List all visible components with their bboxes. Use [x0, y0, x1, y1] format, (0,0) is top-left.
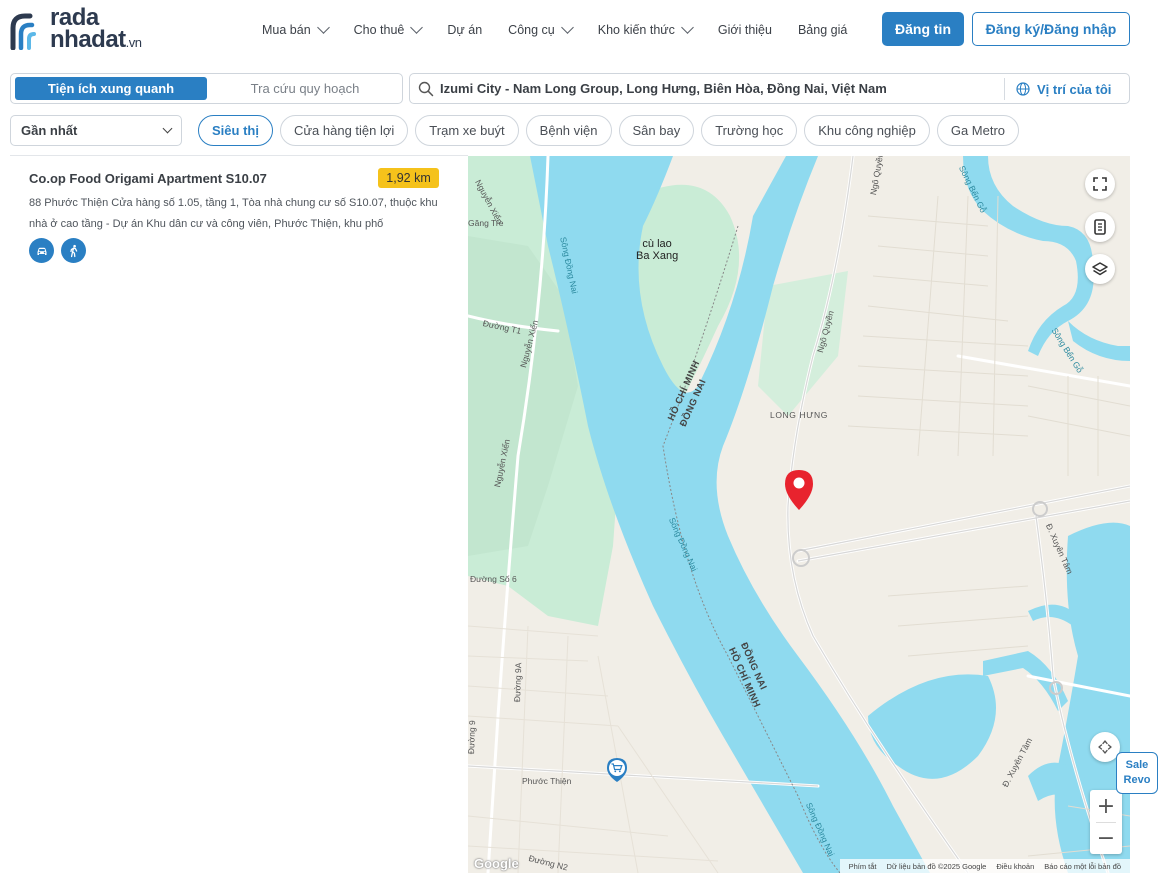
distance-badge: 1,92 km — [378, 168, 439, 188]
sort-select[interactable]: Gần nhất — [10, 115, 182, 146]
result-title: Co.op Food Origami Apartment S10.07 — [29, 171, 267, 186]
zoom-out-button[interactable]: − — [1090, 822, 1122, 854]
walk-icon[interactable] — [61, 238, 86, 263]
map-label-cu-lao-ba-xang: cù lao Ba Xang — [636, 238, 679, 262]
chip-ga-metro[interactable]: Ga Metro — [936, 115, 1020, 146]
nav-du-an[interactable]: Dự án — [447, 23, 482, 37]
map-label-gang-tre: Găng Tre — [468, 218, 504, 228]
google-logo: Google — [474, 856, 519, 871]
globe-icon — [1016, 82, 1030, 96]
legend-button[interactable] — [1085, 212, 1115, 242]
car-icon[interactable] — [29, 238, 54, 263]
mode-tabs: Tiện ích xung quanh Tra cứu quy hoạch — [10, 73, 403, 104]
nav-cong-cu[interactable]: Công cụ — [508, 21, 574, 37]
report-error-link[interactable]: Báo cáo một lỗi bản đồ — [1044, 862, 1121, 871]
location-pin-icon[interactable] — [783, 468, 815, 512]
transport-modes — [29, 238, 93, 263]
map-label-duong-so-6: Đường Số 6 — [470, 574, 517, 584]
main-nav: Mua bán Cho thuê Dự án Công cụ Kho kiến … — [262, 20, 873, 40]
register-login-button[interactable]: Đăng ký/Đăng nhập — [972, 12, 1130, 46]
category-chips: Siêu thị Cửa hàng tiện lợi Trạm xe buýt … — [198, 115, 1026, 146]
layers-button[interactable] — [1085, 254, 1115, 284]
chip-truong-hoc[interactable]: Trường học — [701, 115, 798, 146]
map-label-phuoc-thien: Phước Thiện — [522, 776, 572, 786]
chevron-down-icon — [681, 21, 694, 34]
fullscreen-icon — [1093, 177, 1107, 191]
layers-icon — [1092, 262, 1108, 276]
my-location-button[interactable]: Vị trí của tôi — [1016, 78, 1111, 100]
map-attribution: Phím tắt Dữ liệu bản đồ ©2025 Google Điề… — [839, 859, 1130, 873]
logo-suffix: .vn — [125, 35, 142, 50]
chevron-down-icon — [316, 21, 330, 34]
fullscreen-button[interactable] — [1085, 169, 1115, 199]
my-location-label: Vị trí của tôi — [1037, 81, 1112, 97]
book-icon — [1094, 219, 1106, 235]
sale-revo-badge[interactable]: Sale Revo — [1116, 752, 1158, 794]
map-data-credit: Dữ liệu bản đồ ©2025 Google — [886, 861, 987, 871]
chip-khu-cong-nghiep[interactable]: Khu công nghiệp — [804, 115, 930, 146]
sale-badge-line2: Revo — [1123, 774, 1151, 786]
chip-cua-hang-tien-loi[interactable]: Cửa hàng tiện lợi — [279, 115, 409, 146]
map-label-duong-9: Đường 9 — [468, 720, 478, 755]
expand-arrows-icon — [1098, 740, 1112, 754]
keyboard-shortcuts-link[interactable]: Phím tắt — [849, 862, 877, 871]
chevron-down-icon — [560, 21, 574, 34]
logo-mark-icon — [10, 13, 36, 50]
list-divider — [10, 155, 468, 156]
nav-bang-gia[interactable]: Bảng giá — [798, 23, 847, 37]
site-header: rada nhadat.vn Mua bán Cho thuê Dự án Cô… — [0, 0, 1161, 62]
map-view[interactable]: Sông Đồng Nai Sông Đồng Nai Sông Đồng Na… — [468, 156, 1130, 873]
location-search: Vị trí của tôi — [409, 73, 1130, 104]
result-address: 88 Phước Thiện Cửa hàng số 1.05, tầng 1,… — [29, 197, 438, 230]
post-listing-button[interactable]: Đăng tin — [882, 12, 964, 46]
chip-san-bay[interactable]: Sân bay — [618, 115, 695, 146]
zoom-in-button[interactable]: + — [1090, 790, 1122, 822]
site-logo[interactable]: rada nhadat.vn — [10, 6, 160, 53]
search-input[interactable] — [440, 75, 1000, 102]
chip-tram-xe-buyt[interactable]: Trạm xe buýt — [415, 115, 519, 146]
chip-sieu-thi[interactable]: Siêu thị — [198, 115, 273, 146]
map-label-long-hung: LONG HƯNG — [770, 410, 828, 420]
chevron-down-icon — [162, 123, 173, 134]
logo-text-nhadat: nhadat.vn — [50, 26, 142, 53]
shopping-cart-icon[interactable] — [606, 757, 628, 783]
sort-value: Gần nhất — [21, 123, 78, 138]
map-label-duong-9a: Đường 9A — [512, 662, 524, 703]
sale-badge-line1: Sale — [1125, 759, 1149, 771]
nav-mua-ban[interactable]: Mua bán — [262, 21, 330, 37]
terms-link[interactable]: Điều khoản — [996, 862, 1034, 871]
chevron-down-icon — [410, 21, 424, 34]
search-divider — [1004, 78, 1005, 100]
nav-gioi-thieu[interactable]: Giới thiệu — [718, 23, 772, 37]
nav-cho-thue[interactable]: Cho thuê — [354, 21, 424, 37]
search-icon — [418, 81, 434, 97]
zoom-control: + − — [1090, 790, 1122, 854]
chip-benh-vien[interactable]: Bệnh viện — [525, 115, 612, 146]
tab-planning-lookup[interactable]: Tra cứu quy hoạch — [211, 77, 399, 100]
tab-nearby-amenities[interactable]: Tiện ích xung quanh — [15, 77, 207, 100]
nav-kho-kien-thuc[interactable]: Kho kiến thức — [598, 21, 694, 37]
